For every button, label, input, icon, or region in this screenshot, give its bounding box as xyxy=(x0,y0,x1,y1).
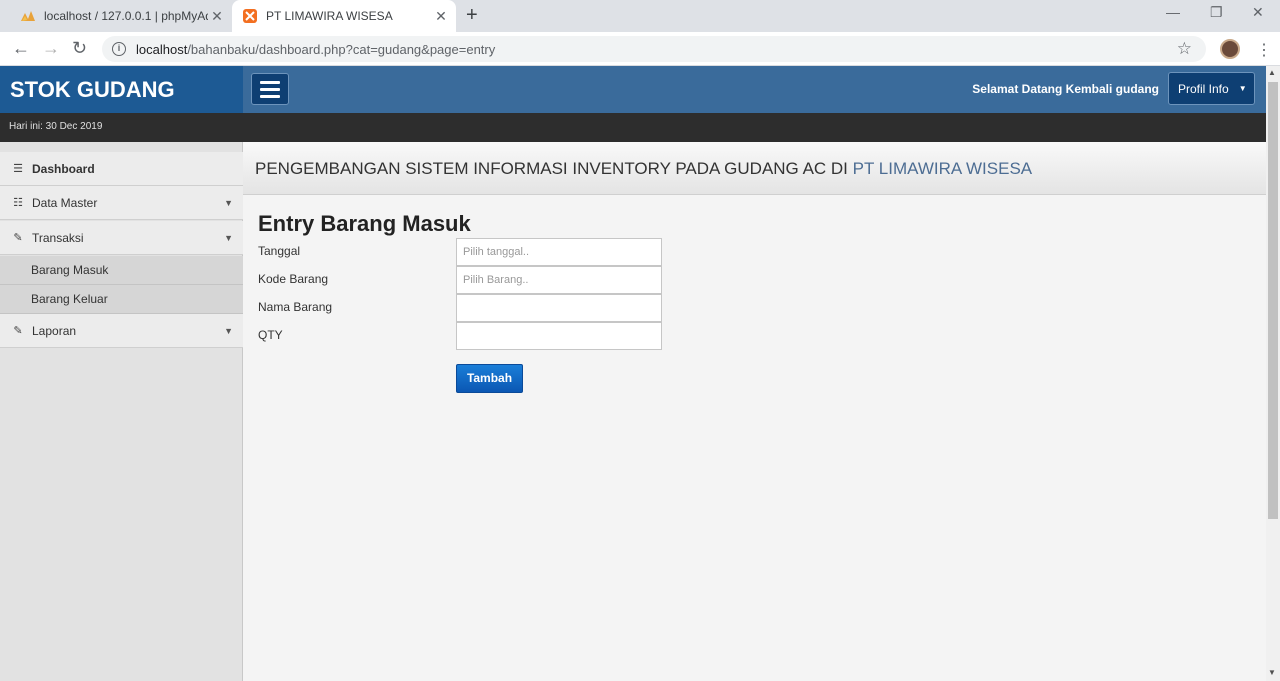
sidebar-item-label: Data Master xyxy=(32,195,98,210)
browser-tab-phpmyadmin[interactable]: localhost / 127.0.0.1 | phpMyAdmin ✕ xyxy=(10,0,232,32)
top-navbar: Selamat Datang Kembali gudang Profil Inf… xyxy=(243,66,1266,113)
address-bar[interactable]: i localhost/bahanbaku/dashboard.php?cat=… xyxy=(102,36,1206,62)
welcome-text: Selamat Datang Kembali gudang xyxy=(972,82,1159,96)
scroll-down-icon[interactable]: ▼ xyxy=(1268,668,1276,677)
menu-toggle-button[interactable] xyxy=(251,73,289,105)
sidebar-item-label: Dashboard xyxy=(32,161,95,176)
caret-down-icon: ▼ xyxy=(224,198,233,208)
browser-toolbar: ← → ↻ i localhost/bahanbaku/dashboard.ph… xyxy=(0,32,1280,66)
info-icon[interactable]: i xyxy=(112,42,126,56)
bookmark-star-icon[interactable]: ☆ xyxy=(1177,39,1192,59)
form-heading: Entry Barang Masuk xyxy=(258,211,471,236)
profile-avatar[interactable] xyxy=(1220,39,1240,59)
sidebar-item-data-master[interactable]: ☷ Data Master ▼ xyxy=(0,186,243,220)
sidebar-item-dashboard[interactable]: ☰ Dashboard xyxy=(0,152,243,186)
brand-title[interactable]: STOK GUDANG xyxy=(10,77,175,103)
sidebar-subitem-barang-masuk[interactable]: Barang Masuk xyxy=(0,256,243,285)
sidebar-item-label: Transaksi xyxy=(32,230,84,245)
caret-down-icon: ▼ xyxy=(1238,84,1247,93)
forward-icon[interactable]: → xyxy=(42,38,60,58)
tab-title: PT LIMAWIRA WISESA xyxy=(266,9,393,23)
pencil-icon: ✎ xyxy=(13,232,23,244)
kebab-menu-icon[interactable]: ⋮ xyxy=(1256,40,1272,60)
sidebar-item-label: Laporan xyxy=(32,323,77,338)
close-window-icon[interactable]: ✕ xyxy=(1252,4,1264,21)
page-title: PENGEMBANGAN SISTEM INFORMASI INVENTORY … xyxy=(255,159,1033,178)
sidebar-subitem-barang-keluar[interactable]: Barang Keluar xyxy=(0,285,243,314)
page-header: PENGEMBANGAN SISTEM INFORMASI INVENTORY … xyxy=(243,142,1266,195)
date-bar: Hari ini: 30 Dec 2019 xyxy=(0,113,243,142)
pencil-icon: ✎ xyxy=(13,325,23,337)
url-text: localhost/bahanbaku/dashboard.php?cat=gu… xyxy=(136,41,496,57)
scroll-up-icon[interactable]: ▲ xyxy=(1268,68,1276,77)
restore-icon[interactable]: ❐ xyxy=(1210,4,1223,21)
qty-label: QTY xyxy=(258,328,283,342)
qty-input[interactable] xyxy=(456,322,662,350)
profile-info-button[interactable]: Profil Info ▼ xyxy=(1168,72,1255,105)
caret-down-icon: ▼ xyxy=(224,326,233,336)
kode-barang-label: Kode Barang xyxy=(258,272,329,286)
sub-navbar xyxy=(243,113,1266,142)
reload-icon[interactable]: ↻ xyxy=(72,38,87,58)
sidebar-item-transaksi[interactable]: ✎ Transaksi ▼ xyxy=(0,221,243,255)
browser-tab-limawira[interactable]: PT LIMAWIRA WISESA ✕ xyxy=(232,0,456,32)
tab-title: localhost / 127.0.0.1 | phpMyAdmin xyxy=(44,9,208,23)
browser-tabbar: localhost / 127.0.0.1 | phpMyAdmin ✕ PT … xyxy=(0,0,1280,32)
grid-list-icon: ☷ xyxy=(13,197,23,209)
tambah-button[interactable]: Tambah xyxy=(456,364,523,393)
back-icon[interactable]: ← xyxy=(12,38,30,58)
xampp-icon xyxy=(243,9,257,23)
new-tab-button[interactable]: + xyxy=(466,4,478,26)
list-icon: ☰ xyxy=(13,163,23,175)
close-icon[interactable]: ✕ xyxy=(208,8,226,25)
profile-button-label: Profil Info xyxy=(1178,81,1229,96)
close-icon[interactable]: ✕ xyxy=(432,8,450,25)
tanggal-input[interactable] xyxy=(456,238,662,266)
nama-barang-input[interactable] xyxy=(456,294,662,322)
nama-barang-label: Nama Barang xyxy=(258,300,333,314)
phpmyadmin-icon xyxy=(21,11,35,21)
kode-barang-input[interactable] xyxy=(456,266,662,294)
minimize-icon[interactable]: — xyxy=(1166,4,1180,20)
tanggal-label: Tanggal xyxy=(258,244,301,258)
brand-header: STOK GUDANG xyxy=(0,66,243,113)
sidebar-item-laporan[interactable]: ✎ Laporan ▼ xyxy=(0,314,243,348)
scrollbar-thumb[interactable] xyxy=(1268,82,1278,519)
caret-down-icon: ▼ xyxy=(224,233,233,243)
